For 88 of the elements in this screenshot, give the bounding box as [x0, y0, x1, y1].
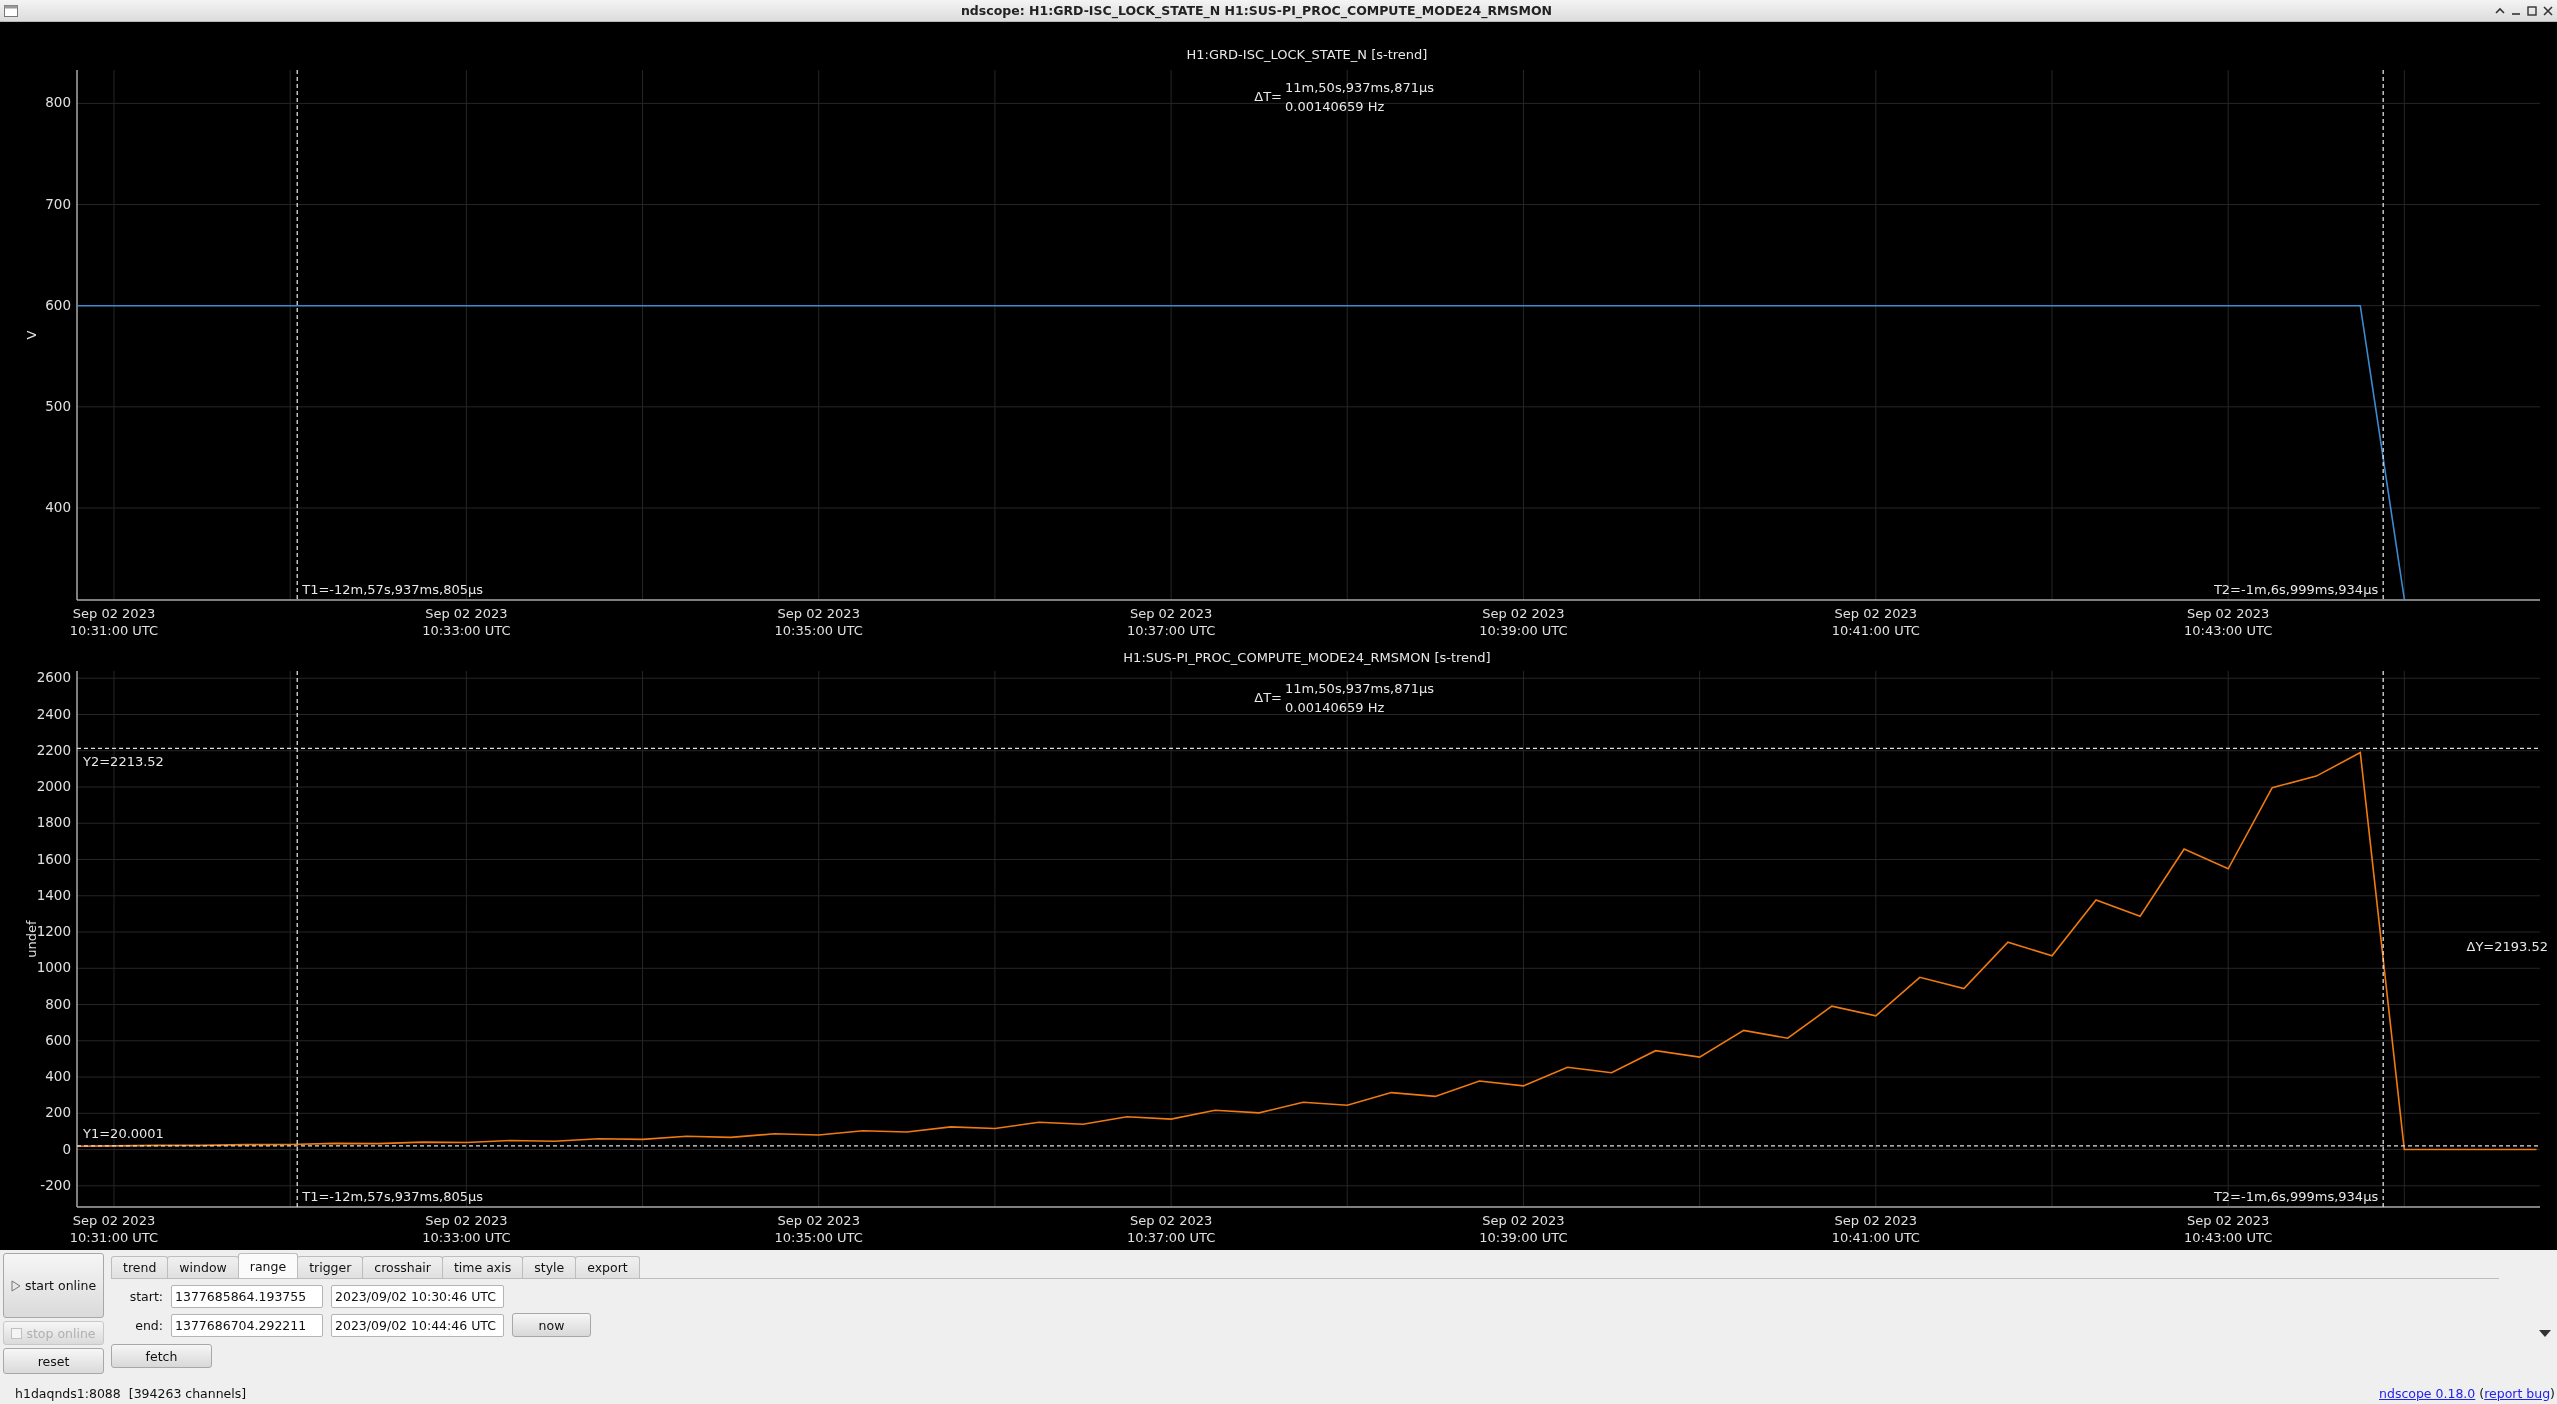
tick-label: Sep 02 2023 10:31:00 UTC [68, 1212, 160, 1246]
cursor-line[interactable] [2382, 69, 2384, 601]
tick-label: 2000 [36, 778, 71, 794]
tick-label: 800 [45, 995, 71, 1012]
tick-label: Sep 02 2023 10:43:00 UTC [2183, 605, 2274, 639]
cursor-line[interactable] [296, 69, 298, 601]
delta-y-label: ΔY=2193.52 [2466, 938, 2548, 954]
tick-label: 200 [45, 1104, 71, 1121]
cursor-label: T1=-12m,57s,937ms,805μs [302, 581, 484, 597]
cursor-label: T1=-12m,57s,937ms,805μs [302, 1188, 484, 1204]
tick-label: Sep 02 2023 10:35:00 UTC [773, 1212, 864, 1246]
tick-label: Sep 02 2023 10:39:00 UTC [1478, 1212, 1569, 1246]
delta-time: 11m,50s,937ms,871μs [1285, 79, 1435, 95]
now-button[interactable]: now [512, 1313, 591, 1337]
tick-label: Sep 02 2023 10:43:00 UTC [2183, 1212, 2274, 1246]
tab[interactable]: window [167, 1256, 239, 1278]
dropdown-arrow-icon[interactable] [2539, 1329, 2551, 1338]
play-icon [10, 1279, 21, 1292]
version-link[interactable]: ndscope 0.18.0 [2379, 1385, 2476, 1401]
tick-label: 2600 [36, 669, 71, 686]
cursor-label: Y2=2213.52 [83, 753, 164, 769]
tab[interactable]: style [522, 1256, 577, 1278]
cursor-label: T2=-1m,6s,999ms,934μs [2213, 581, 2379, 597]
tick-label: Sep 02 2023 10:41:00 UTC [1830, 1212, 1921, 1246]
delta-label: ΔT= [1254, 88, 1282, 104]
utc-time-field[interactable]: 2023/09/02 10:44:46 UTC [331, 1313, 504, 1337]
tick-label: Sep 02 2023 10:35:00 UTC [773, 605, 864, 639]
field-label: start: [128, 1289, 163, 1304]
report-bug-link[interactable]: report bug [2484, 1385, 2551, 1401]
tab[interactable]: crosshair [362, 1256, 443, 1278]
close-icon[interactable] [2543, 5, 2553, 16]
gps-time-field[interactable]: 1377686704.292211 [171, 1313, 323, 1337]
tab[interactable]: export [575, 1256, 640, 1278]
tick-label: 600 [45, 1031, 71, 1048]
tab[interactable]: trigger [297, 1256, 364, 1278]
tick-label: 2200 [36, 741, 71, 758]
tick-label: 600 [45, 296, 71, 313]
cursor-line[interactable] [296, 670, 298, 1208]
chevron-up-icon[interactable] [2495, 6, 2505, 15]
delta-label: ΔT= [1254, 689, 1282, 705]
tick-label: Sep 02 2023 10:37:00 UTC [1125, 605, 1217, 639]
tick-label: 1200 [36, 923, 71, 939]
cursor-line[interactable] [2382, 670, 2384, 1208]
tick-label: 1400 [36, 886, 71, 903]
tick-label: Sep 02 2023 10:33:00 UTC [421, 605, 512, 639]
tick-label: 2400 [36, 705, 71, 722]
tick-label: 1600 [36, 850, 71, 867]
tick-label: Sep 02 2023 10:37:00 UTC [1125, 1212, 1217, 1246]
window-title: ndscope: H1:GRD-ISC_LOCK_STATE_N H1:SUS-PI_PROC_COMPUTE_MODE24_RMSMON [959, 3, 1554, 18]
delta-frequency: 0.00140659 Hz [1285, 98, 1385, 114]
maximize-icon[interactable] [2527, 5, 2537, 16]
tick-label: 400 [45, 1068, 71, 1085]
axis-label: undef [23, 920, 39, 958]
chart-title: H1:SUS-PI_PROC_COMPUTE_MODE24_RMSMON [s-trend] [1123, 649, 1491, 665]
delta-time: 11m,50s,937ms,871μs [1285, 680, 1435, 696]
tick-label: -200 [40, 1176, 71, 1193]
chart-title: H1:GRD-ISC_LOCK_STATE_N [s-trend] [1186, 46, 1428, 62]
cursor-label: T2=-1m,6s,999ms,934μs [2213, 1188, 2379, 1204]
field-label: end: [134, 1317, 163, 1333]
tick-label: Sep 02 2023 10:33:00 UTC [421, 1212, 512, 1246]
tick-label: 0 [62, 1140, 71, 1157]
utc-time-field[interactable]: 2023/09/02 10:30:46 UTC [331, 1285, 504, 1308]
tab[interactable]: trend [111, 1256, 169, 1278]
gps-time-field[interactable]: 1377685864.193755 [171, 1285, 323, 1308]
start-button[interactable]: start online [3, 1253, 104, 1318]
axis-label: V [23, 330, 39, 340]
checkbox-icon [11, 1327, 23, 1339]
tab[interactable]: time axis [441, 1256, 524, 1278]
tick-label: 1000 [36, 959, 71, 976]
tick-label: Sep 02 2023 10:39:00 UTC [1478, 605, 1569, 639]
delta-frequency: 0.00140659 Hz [1285, 699, 1385, 715]
tab[interactable]: range [237, 1253, 299, 1278]
tick-label: 800 [45, 94, 71, 111]
version-note: ndscope 0.18.0 (report bug) [2379, 1385, 2555, 1401]
reset-button[interactable]: reset [3, 1348, 104, 1374]
tick-label: 400 [45, 498, 71, 515]
tick-label: Sep 02 2023 10:41:00 UTC [1830, 605, 1921, 639]
fetch-button[interactable]: fetch [111, 1344, 212, 1368]
cursor-line[interactable] [76, 747, 2541, 749]
tick-label: 500 [45, 397, 71, 414]
cursor-label: Y1=20.0001 [83, 1126, 164, 1142]
window-icon [4, 4, 18, 17]
channel-count: [394263 channels] [128, 1385, 247, 1401]
cursor-line[interactable] [76, 1145, 2541, 1147]
server-address: h1daqnds1:8088 [15, 1385, 121, 1401]
tick-label: 1800 [36, 814, 71, 831]
tick-label: Sep 02 2023 10:31:00 UTC [68, 605, 160, 639]
tick-label: 700 [45, 195, 71, 212]
